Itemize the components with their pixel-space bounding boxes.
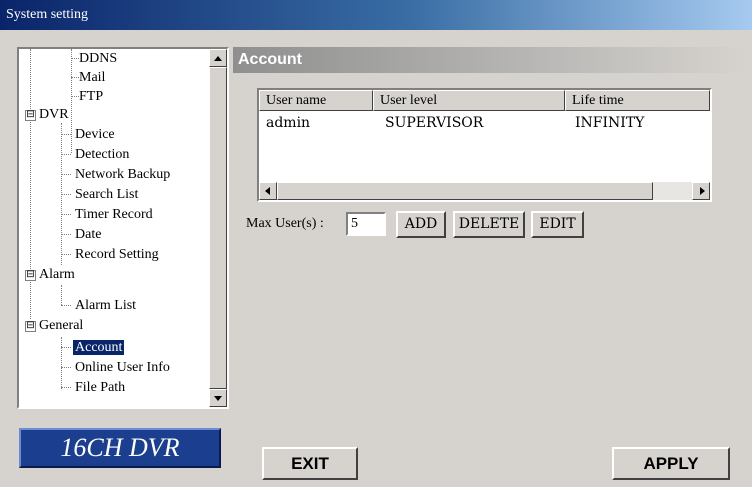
tree-line — [61, 234, 71, 235]
cell-life-time: INFINITY — [575, 115, 645, 131]
tree-item-label: Search List — [75, 187, 139, 202]
scroll-down-button[interactable] — [209, 389, 227, 407]
tree-line — [61, 174, 71, 175]
tree-vertical-scrollbar[interactable] — [209, 49, 227, 407]
tree-item-label: Date — [75, 227, 102, 242]
scroll-up-button[interactable] — [209, 49, 227, 67]
max-users-input[interactable]: 5 — [346, 212, 386, 236]
tree-item-record-setting[interactable]: Record Setting — [75, 245, 159, 264]
tree-item-date[interactable]: Date — [75, 225, 101, 244]
tree-line — [61, 285, 62, 305]
tree-item-label: File Path — [75, 380, 126, 395]
tree-item-dvr[interactable]: DVR — [39, 105, 69, 124]
tree-item-network-backup[interactable]: Network Backup — [75, 165, 170, 184]
cell-user-name: admin — [266, 115, 311, 131]
settings-tree[interactable]: DDNS Mail FTP ⊟ DVR Device Detection Net… — [17, 47, 229, 409]
tree-item-label: DDNS — [79, 51, 118, 66]
column-header-user-level[interactable]: User level — [373, 90, 565, 111]
arrow-down-icon — [214, 396, 222, 401]
scroll-left-button[interactable] — [259, 182, 277, 200]
tree-item-mail[interactable]: Mail — [79, 68, 105, 87]
tree-line — [61, 254, 71, 255]
window-title: System setting — [0, 0, 752, 30]
tree-item-file-path[interactable]: File Path — [75, 378, 125, 397]
tree-line — [71, 49, 72, 153]
cell-user-level: SUPERVISOR — [385, 115, 484, 131]
tree-item-ddns[interactable]: DDNS — [79, 49, 117, 68]
tree-line — [61, 134, 71, 135]
tree-item-label: Network Backup — [75, 167, 171, 182]
tree-line — [71, 96, 79, 97]
tree-item-label: DVR — [39, 107, 69, 122]
tree-item-timer-record[interactable]: Timer Record — [75, 205, 153, 224]
apply-button[interactable]: APPLY — [612, 447, 730, 480]
user-list[interactable]: User name User level Life time admin SUP… — [257, 88, 712, 202]
add-button[interactable]: ADD — [396, 211, 446, 238]
max-users-label: Max User(s) : — [246, 216, 324, 231]
section-title: Account — [233, 47, 747, 73]
collapse-dvr-icon[interactable]: ⊟ — [25, 110, 36, 121]
tree-item-label: Alarm List — [75, 298, 137, 313]
tree-line — [61, 214, 71, 215]
tree-content: DDNS Mail FTP ⊟ DVR Device Detection Net… — [19, 49, 205, 407]
tree-line — [61, 387, 71, 388]
tree-line — [71, 77, 79, 78]
tree-item-label: Device — [75, 127, 115, 142]
column-header-life-time[interactable]: Life time — [565, 90, 710, 111]
tree-item-alarm-list[interactable]: Alarm List — [75, 296, 136, 315]
tree-line — [61, 194, 71, 195]
collapse-general-icon[interactable]: ⊟ — [25, 321, 36, 332]
tree-line — [61, 337, 62, 389]
tree-item-label: Account — [73, 340, 125, 355]
tree-item-online-user-info[interactable]: Online User Info — [75, 358, 170, 377]
tree-item-label: Mail — [79, 70, 106, 85]
tree-item-label: Alarm — [39, 267, 75, 282]
tree-item-ftp[interactable]: FTP — [79, 87, 103, 106]
horizontal-scroll-thumb[interactable] — [277, 182, 653, 200]
system-setting-window: System setting DDNS Mail FTP ⊟ DVR Devic… — [0, 0, 752, 487]
scroll-thumb[interactable] — [209, 67, 227, 389]
tree-item-account[interactable]: Account — [73, 338, 125, 357]
tree-item-search-list[interactable]: Search List — [75, 185, 138, 204]
column-header-user-name[interactable]: User name — [259, 90, 373, 111]
tree-item-label: General — [39, 318, 84, 333]
tree-item-detection[interactable]: Detection — [75, 145, 129, 164]
tree-line — [61, 347, 71, 348]
tree-line — [71, 58, 79, 59]
tree-line — [61, 154, 71, 155]
tree-item-alarm[interactable]: Alarm — [39, 265, 75, 284]
tree-item-label: FTP — [79, 89, 104, 104]
exit-button[interactable]: EXIT — [262, 447, 358, 480]
scroll-right-button[interactable] — [692, 182, 710, 200]
product-logo: 16CH DVR — [19, 428, 221, 468]
arrow-right-icon — [700, 187, 705, 195]
tree-item-device[interactable]: Device — [75, 125, 115, 144]
tree-line — [61, 305, 71, 306]
tree-item-label: Detection — [75, 147, 130, 162]
arrow-up-icon — [214, 56, 222, 61]
tree-line — [61, 367, 71, 368]
delete-button[interactable]: DELETE — [453, 211, 525, 238]
tree-item-label: Timer Record — [75, 207, 153, 222]
collapse-alarm-icon[interactable]: ⊟ — [25, 270, 36, 281]
edit-button[interactable]: EDIT — [531, 211, 584, 238]
tree-item-label: Record Setting — [75, 247, 159, 262]
tree-item-label: Online User Info — [75, 360, 170, 375]
tree-item-general[interactable]: General — [39, 316, 83, 335]
arrow-left-icon — [265, 187, 270, 195]
list-horizontal-scrollbar[interactable] — [259, 182, 710, 200]
